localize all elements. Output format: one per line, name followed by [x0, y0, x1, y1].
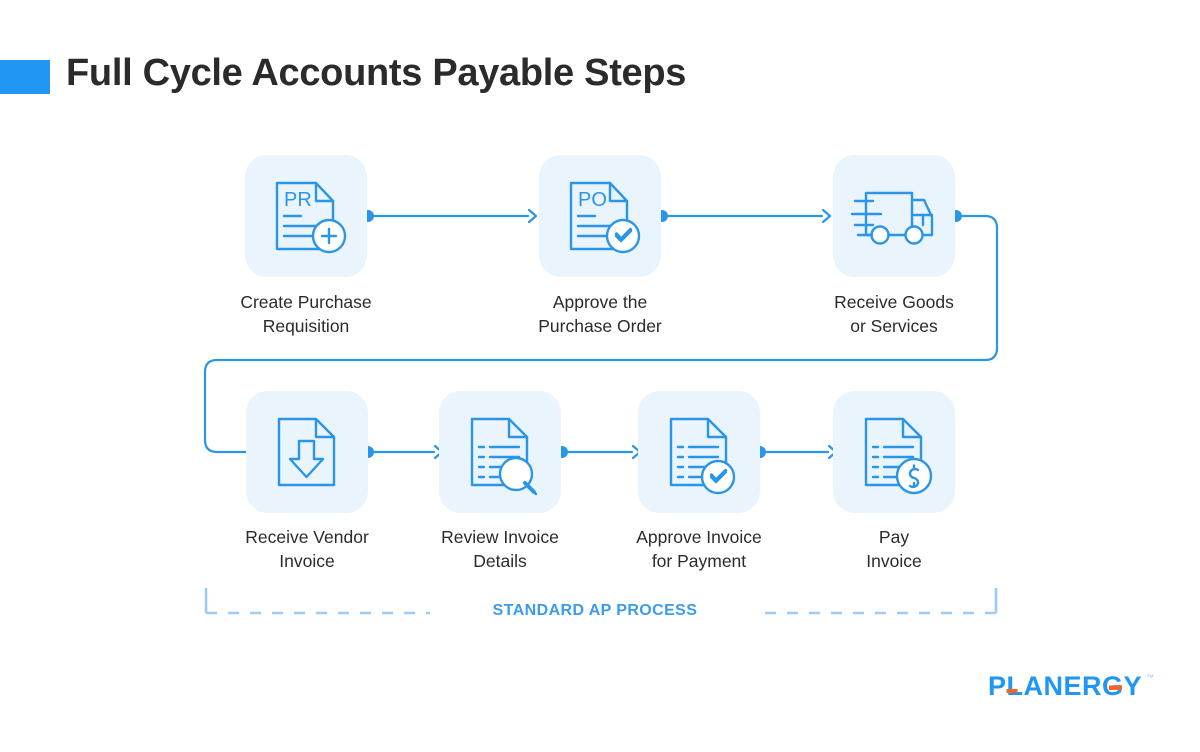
planergy-logo: PLANERGY ™	[988, 671, 1154, 701]
document-approve-icon	[669, 417, 736, 495]
step-tile-pay-invoice[interactable]	[833, 391, 955, 513]
flow-connectors	[203, 208, 999, 615]
step-tile-receive-vendor-invoice[interactable]	[246, 391, 368, 513]
caption-step-7-line1: Pay	[878, 527, 910, 547]
caption-step-3-line2: or Services	[850, 316, 938, 336]
document-label-pr: PR	[284, 189, 312, 211]
caption-step-5: Review Invoice Details	[385, 525, 615, 573]
caption-step-7: Pay Invoice	[779, 525, 1009, 573]
document-label-po: PO	[578, 189, 607, 211]
infographic-canvas: Full Cycle Accounts Payable Steps PR PO …	[0, 0, 1200, 752]
caption-step-1-line2: Requisition	[262, 316, 350, 336]
caption-step-5-line2: Details	[473, 551, 527, 571]
step-tile-approve-purchase-order[interactable]: PO	[539, 155, 661, 277]
step-tile-receive-goods-or-services[interactable]	[833, 155, 955, 277]
caption-step-1: Create Purchase Requisition	[191, 290, 421, 338]
caption-step-2: Approve the Purchase Order	[485, 290, 715, 338]
caption-step-2-line1: Approve the	[552, 292, 648, 312]
document-search-icon	[470, 417, 538, 496]
connector-2-to-3	[656, 208, 832, 224]
caption-step-5-line1: Review Invoice	[441, 527, 559, 547]
standard-ap-process-label: STANDARD AP PROCESS	[492, 602, 698, 619]
connector-6-to-7	[754, 444, 838, 460]
caption-step-1-line1: Create Purchase	[240, 292, 372, 312]
connector-4-to-5	[362, 444, 444, 460]
document-dollar-icon	[864, 417, 933, 495]
caption-step-3-line1: Receive Goods	[834, 292, 954, 312]
caption-step-3: Receive Goods or Services	[779, 290, 1009, 338]
step-tile-create-purchase-requisition[interactable]: PR	[245, 155, 367, 277]
document-download-icon	[277, 417, 336, 487]
document-pr-add-icon: PR	[275, 181, 347, 254]
connector-5-to-6	[556, 444, 642, 460]
connector-1-to-2	[362, 208, 538, 224]
step-tile-review-invoice-details[interactable]	[439, 391, 561, 513]
caption-step-7-line2: Invoice	[866, 551, 922, 571]
delivery-truck-icon	[850, 191, 934, 245]
trademark-symbol: ™	[1146, 673, 1154, 682]
document-po-check-icon: PO	[569, 181, 641, 254]
step-tile-approve-invoice-for-payment[interactable]	[638, 391, 760, 513]
caption-step-2-line2: Purchase Order	[538, 316, 662, 336]
